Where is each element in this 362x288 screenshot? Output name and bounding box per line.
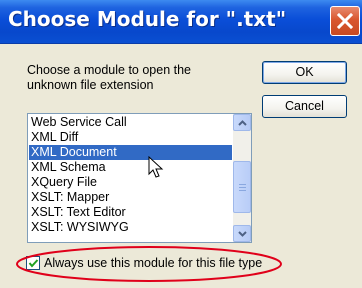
list-item[interactable]: XML Diff: [29, 130, 232, 145]
thumb-grip: [239, 184, 246, 185]
scroll-down-button[interactable]: [233, 225, 251, 242]
scroll-up-icon: [238, 120, 247, 126]
instruction-text: Choose a module to open the unknown file…: [27, 63, 192, 92]
list-item[interactable]: XSLT: Text Editor: [29, 205, 232, 220]
cancel-button[interactable]: Cancel: [262, 95, 347, 118]
list-item[interactable]: XQuery File: [29, 175, 232, 190]
scroll-down-icon: [238, 231, 247, 237]
choose-module-dialog: Choose Module for ".txt" Choose a module…: [0, 0, 362, 288]
scroll-thumb[interactable]: [233, 161, 251, 213]
module-list: Web Service Call XML Diff XML Document X…: [29, 115, 232, 235]
highlight-ellipse: [16, 246, 282, 282]
close-icon: [337, 13, 353, 29]
module-listbox[interactable]: Web Service Call XML Diff XML Document X…: [27, 113, 252, 243]
thumb-grip: [239, 187, 246, 188]
list-item-selected[interactable]: XML Document: [29, 145, 232, 160]
list-item[interactable]: XML Schema: [29, 160, 232, 175]
mouse-cursor-icon: [148, 156, 164, 178]
list-item[interactable]: XSLT: Mapper: [29, 190, 232, 205]
dialog-title: Choose Module for ".txt": [8, 7, 287, 31]
ok-button[interactable]: OK: [262, 61, 347, 84]
thumb-grip: [239, 190, 246, 191]
close-button[interactable]: [330, 6, 360, 36]
list-item[interactable]: XSLT: WYSIWYG: [29, 220, 232, 235]
title-bar[interactable]: Choose Module for ".txt": [0, 0, 362, 44]
list-item[interactable]: Web Service Call: [29, 115, 232, 130]
scroll-up-button[interactable]: [233, 114, 251, 131]
list-scrollbar[interactable]: [233, 114, 251, 242]
